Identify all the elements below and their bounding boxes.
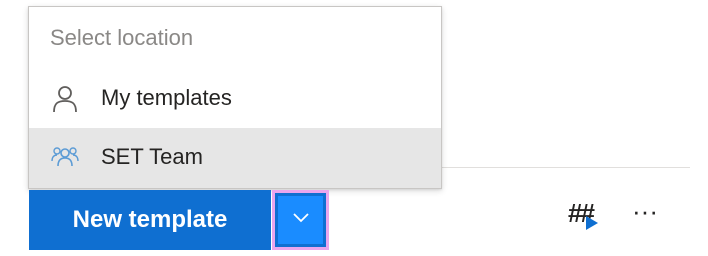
location-dropdown: Select location My templates SET Team <box>28 6 442 189</box>
chevron-down-icon <box>292 211 310 229</box>
more-options-button[interactable]: ··· <box>630 196 670 232</box>
menu-item-set-team[interactable]: SET Team <box>29 128 441 188</box>
dropdown-header: Select location <box>50 25 194 50</box>
new-template-label: New template <box>72 206 228 233</box>
location-dropdown-toggle[interactable] <box>272 190 329 250</box>
menu-item-my-templates[interactable]: My templates <box>29 69 441 129</box>
play-icon <box>586 216 598 230</box>
people-group-icon <box>51 144 79 172</box>
menu-item-label: SET Team <box>101 144 203 169</box>
menu-item-label: My templates <box>101 85 232 110</box>
more-icon: ··· <box>632 196 658 226</box>
new-template-button[interactable]: New template <box>29 190 271 250</box>
person-icon <box>51 85 79 113</box>
markdown-preview-icon[interactable]: ## <box>568 198 604 234</box>
split-button-inner <box>278 196 323 244</box>
